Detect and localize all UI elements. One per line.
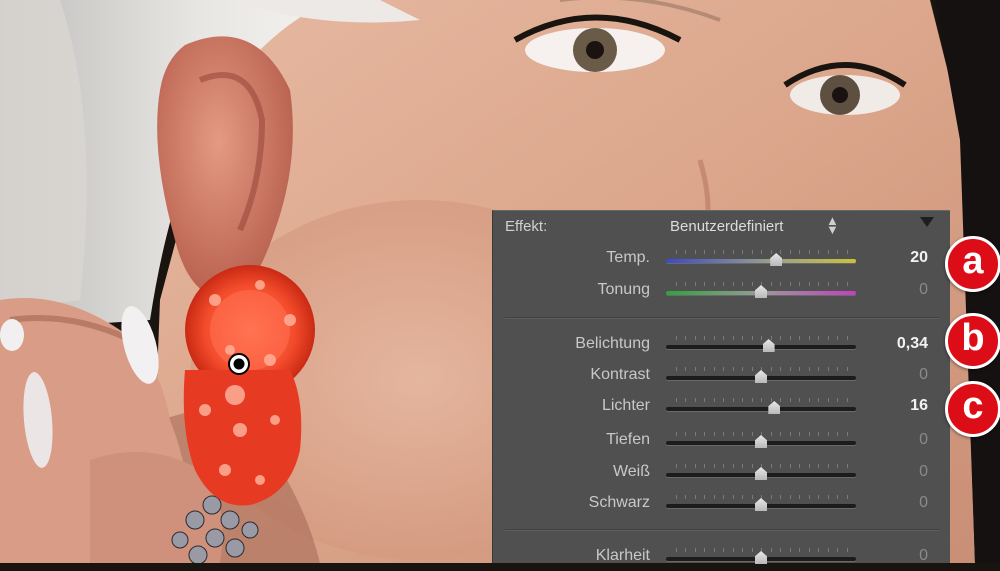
slider-value-temp[interactable]: 20 <box>910 249 928 267</box>
slider-row-blacks: Schwarz 0 <box>493 490 950 518</box>
slider-row-temp: Temp. 20 <box>493 245 950 273</box>
adjustment-brush-panel: Effekt: Benutzerdefiniert ▲ ▼ Temp. 20 Tonu… <box>492 210 950 564</box>
slider-value-shadows[interactable]: 0 <box>919 431 928 449</box>
section-divider <box>505 529 939 531</box>
slider-row-highlights: Lichter 16 <box>493 393 950 421</box>
slider-label-shadows: Tiefen <box>606 431 650 448</box>
slider-value-blacks[interactable]: 0 <box>919 494 928 512</box>
slider-track-temp[interactable] <box>666 259 856 263</box>
slider-ticks <box>666 398 856 403</box>
slider-row-whites: Weiß 0 <box>493 459 950 487</box>
badge-b: b <box>945 313 1000 369</box>
badge-c: c <box>945 381 1000 437</box>
slider-label-whites: Weiß <box>612 463 650 480</box>
slider-track-exposure[interactable] <box>666 345 856 349</box>
slider-label-exposure: Belichtung <box>575 335 650 352</box>
effect-row[interactable]: Effekt: Benutzerdefiniert ▲ ▼ <box>493 211 950 241</box>
section-divider <box>505 317 939 319</box>
triangle-down-icon[interactable] <box>920 217 934 227</box>
slider-label-temp: Temp. <box>606 249 650 266</box>
slider-value-tint[interactable]: 0 <box>919 281 928 299</box>
effect-preset-select[interactable]: Benutzerdefiniert <box>670 218 783 235</box>
slider-label-clarity: Klarheit <box>595 547 650 564</box>
badge-a: a <box>945 236 1000 292</box>
slider-row-shadows: Tiefen 0 <box>493 427 950 455</box>
slider-track-highlights[interactable] <box>666 407 856 411</box>
slider-label-blacks: Schwarz <box>588 494 650 511</box>
slider-label-tint: Tonung <box>597 281 651 298</box>
slider-label-highlights: Lichter <box>601 397 650 414</box>
slider-row-tint: Tonung 0 <box>493 277 950 305</box>
slider-value-exposure[interactable]: 0,34 <box>897 335 928 353</box>
slider-label-contrast: Kontrast <box>590 366 650 383</box>
slider-row-contrast: Kontrast 0 <box>493 362 950 390</box>
slider-value-clarity[interactable]: 0 <box>919 547 928 565</box>
slider-ticks <box>666 336 856 341</box>
slider-row-clarity: Klarheit 0 <box>493 543 950 571</box>
slider-value-whites[interactable]: 0 <box>919 463 928 481</box>
slider-row-exposure: Belichtung 0,34 <box>493 331 950 359</box>
slider-value-highlights[interactable]: 16 <box>910 397 928 415</box>
up-down-arrows-icon[interactable]: ▲ ▼ <box>826 214 839 236</box>
slider-value-contrast[interactable]: 0 <box>919 366 928 384</box>
slider-ticks <box>666 250 856 255</box>
effect-label: Effekt: <box>505 218 548 235</box>
